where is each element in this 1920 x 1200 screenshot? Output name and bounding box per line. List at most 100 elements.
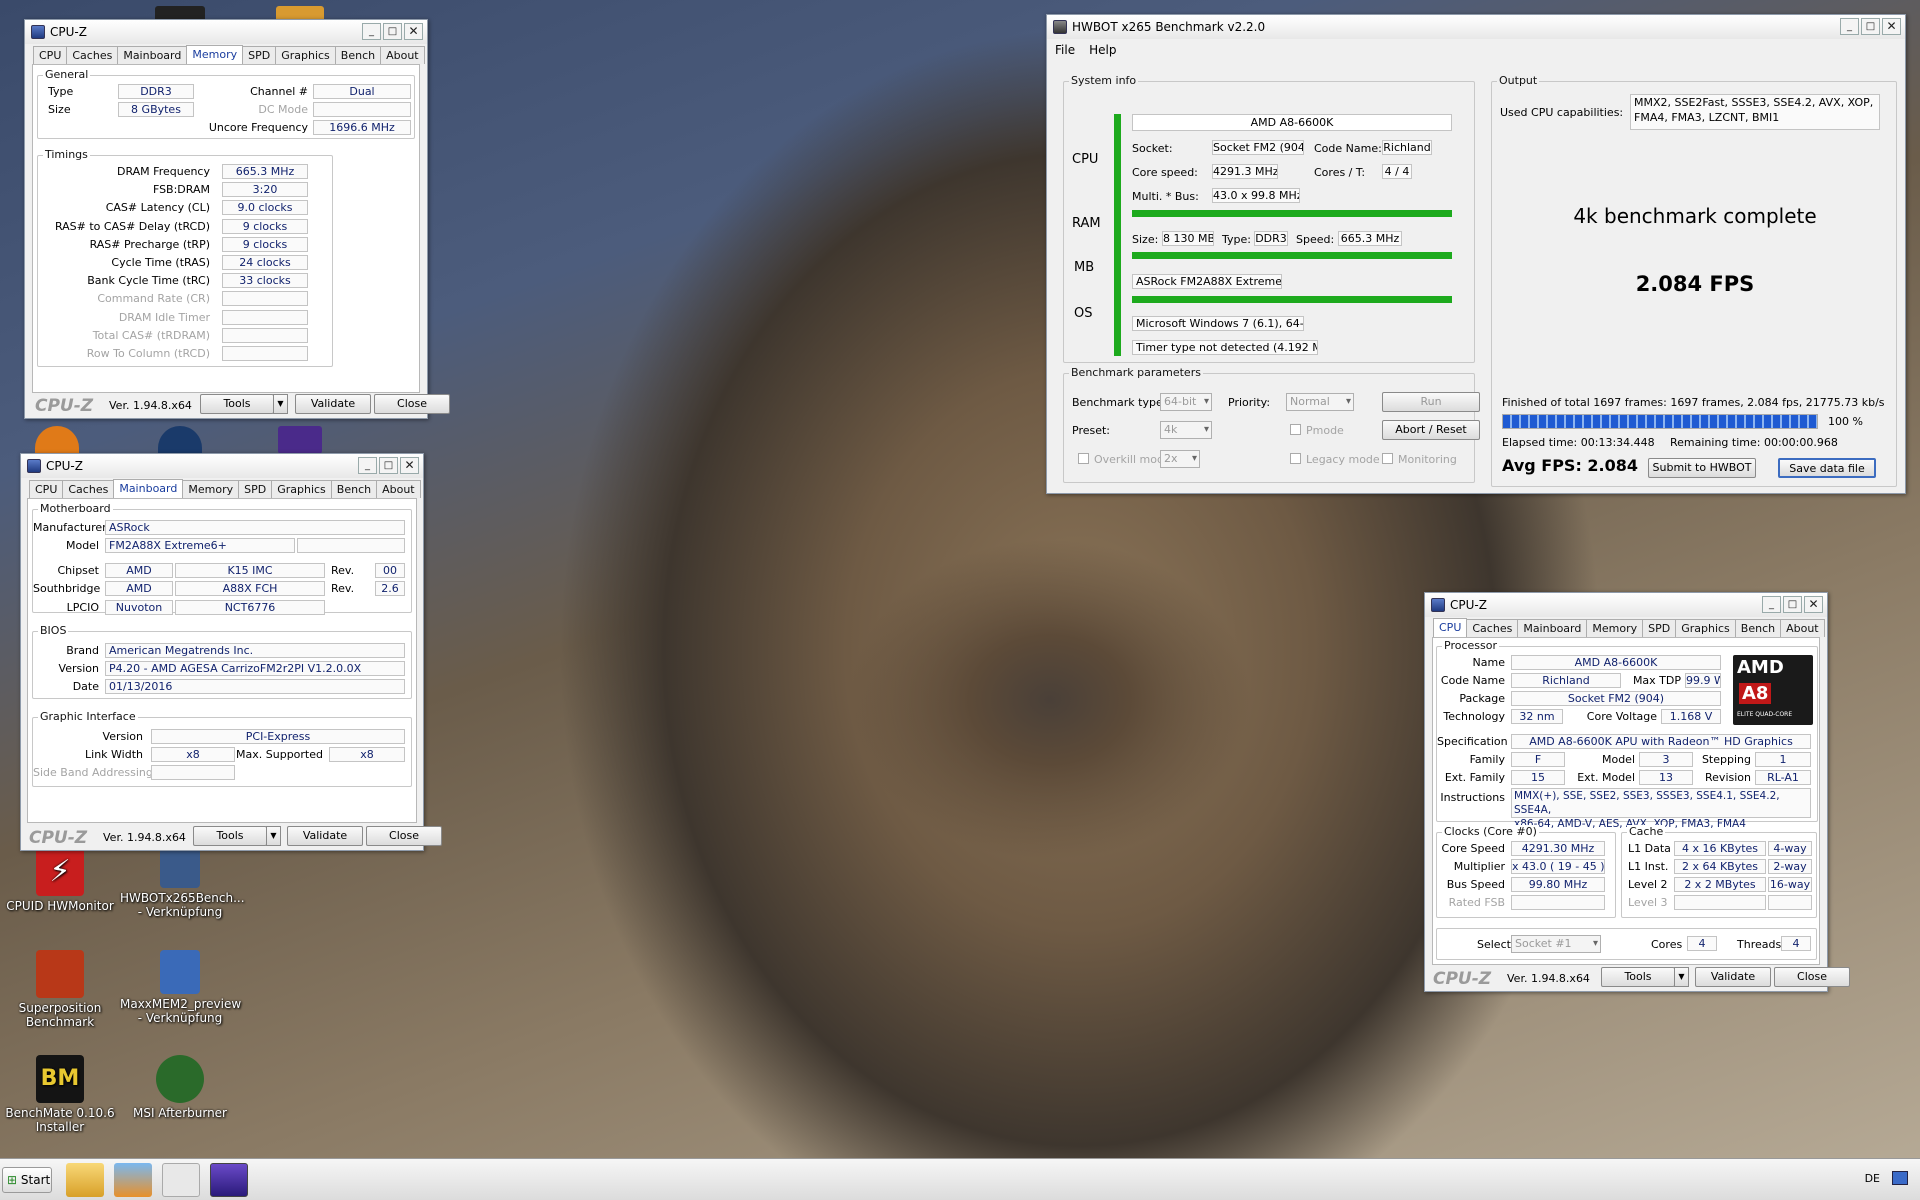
desktop-icon-superposition[interactable]: Superposition Benchmark <box>5 950 115 1029</box>
validate-button[interactable]: Validate <box>1695 967 1771 987</box>
close-icon[interactable]: ✕ <box>400 457 419 474</box>
save-button[interactable]: Save data file <box>1778 458 1876 478</box>
validate-button[interactable]: Validate <box>295 394 371 414</box>
tab-graphics[interactable]: Graphics <box>271 480 332 498</box>
desktop-icon-afterburner[interactable]: MSI Afterburner <box>120 1055 240 1120</box>
stepping-label: Stepping <box>1701 753 1751 766</box>
socket-value: Socket FM2 (904) <box>1212 140 1304 155</box>
tab-caches[interactable]: Caches <box>1466 619 1519 637</box>
tools-dropdown-icon[interactable]: ▼ <box>266 826 281 846</box>
desktop-icon-hwbot-shortcut[interactable]: HWBOTx265Bench... - Verknüpfung <box>120 848 245 919</box>
graphic-interface-group: Graphic Interface Version PCI-Express Li… <box>32 710 412 787</box>
tab-caches[interactable]: Caches <box>66 46 119 64</box>
minimize-button[interactable]: _ <box>358 457 377 474</box>
selection-select[interactable]: Socket #1 <box>1511 935 1601 953</box>
hwbot-taskbar-icon[interactable] <box>162 1163 200 1197</box>
tab-memory[interactable]: Memory <box>182 480 240 498</box>
menu-help[interactable]: Help <box>1089 43 1116 57</box>
title-bar[interactable]: HWBOT x265 Benchmark v2.2.0 _ □ ✕ <box>1047 15 1905 39</box>
close-button[interactable]: Close <box>374 394 450 414</box>
title-bar[interactable]: CPU-Z _ □ ✕ <box>21 454 423 478</box>
tab-about[interactable]: About <box>380 46 425 64</box>
tab-mainboard[interactable]: Mainboard <box>117 46 188 64</box>
cpuz-footer: CPU-Z Ver. 1.94.8.x64 Tools ▼ Validate C… <box>1425 965 1850 991</box>
timing-label: FSB:DRAM <box>152 183 210 197</box>
abort-button[interactable]: Abort / Reset <box>1382 420 1480 440</box>
tab-cpu[interactable]: CPU <box>29 480 64 498</box>
logo-brand: AMD <box>1737 657 1784 678</box>
desktop-icon-hwmonitor[interactable]: ⚡ CPUID HWMonitor <box>5 848 115 913</box>
tools-dropdown-icon[interactable]: ▼ <box>1674 967 1689 987</box>
l2-way: 16-way <box>1768 877 1812 892</box>
tab-spd[interactable]: SPD <box>242 46 277 64</box>
desktop-icon-maxxmem[interactable]: MaxxMEM2_preview - Verknüpfung <box>120 950 241 1025</box>
timing-label: DRAM Idle Timer <box>118 310 210 324</box>
title-bar[interactable]: CPU-Z _ □ ✕ <box>1425 593 1827 617</box>
ram-type-label: Type: <box>1222 233 1251 246</box>
tab-spd[interactable]: SPD <box>238 480 273 498</box>
submit-button[interactable]: Submit to HWBOT <box>1648 458 1756 478</box>
maximize-button[interactable]: □ <box>379 457 398 474</box>
start-button[interactable]: ⊞ Start <box>2 1167 52 1193</box>
minimize-button[interactable]: _ <box>1762 596 1781 613</box>
cpuz-taskbar-icon[interactable] <box>210 1163 248 1197</box>
close-icon[interactable]: ✕ <box>1804 596 1823 613</box>
close-icon[interactable]: ✕ <box>1882 18 1901 35</box>
close-button[interactable]: Close <box>1774 967 1850 987</box>
maximize-button[interactable]: □ <box>1783 596 1802 613</box>
hwmonitor-icon: ⚡ <box>36 848 84 896</box>
timings-group: Timings DRAM Frequency 665.3 MHz FSB:DRAM 3… <box>37 148 333 367</box>
tab-memory[interactable]: Memory <box>186 45 244 65</box>
tab-cpu[interactable]: CPU <box>33 46 68 64</box>
tech-label: Technology <box>1443 710 1505 723</box>
explorer-icon[interactable] <box>66 1163 104 1197</box>
legacy-checkbox[interactable] <box>1290 453 1301 464</box>
monitoring-checkbox[interactable] <box>1382 453 1393 464</box>
close-button[interactable]: Close <box>366 826 442 846</box>
tab-caches[interactable]: Caches <box>62 480 115 498</box>
desktop-mid-icon-c[interactable] <box>278 426 322 454</box>
tab-mainboard[interactable]: Mainboard <box>113 479 184 499</box>
maximize-button[interactable]: □ <box>383 23 402 40</box>
maximize-button[interactable]: □ <box>1861 18 1880 35</box>
benchmate-icon: BM <box>36 1055 84 1103</box>
preset-select[interactable]: 4k <box>1160 421 1212 439</box>
priority-select[interactable]: Normal <box>1286 393 1354 411</box>
tools-button[interactable]: Tools <box>200 394 274 414</box>
title-bar[interactable]: CPU-Z _ □ ✕ <box>25 20 427 44</box>
tools-dropdown-icon[interactable]: ▼ <box>273 394 288 414</box>
tab-about[interactable]: About <box>1780 619 1825 637</box>
desktop-mid-icon-b[interactable] <box>158 426 202 454</box>
timing-label: RAS# Precharge (tRP) <box>89 237 210 251</box>
run-button[interactable]: Run <box>1382 392 1480 412</box>
desktop-icon-benchmate[interactable]: BM BenchMate 0.10.6 Installer <box>5 1055 115 1134</box>
tools-button[interactable]: Tools <box>1601 967 1675 987</box>
tab-bench[interactable]: Bench <box>330 480 378 498</box>
btype-select[interactable]: 64-bit <box>1160 393 1212 411</box>
minimize-button[interactable]: _ <box>1840 18 1859 35</box>
tab-bench[interactable]: Bench <box>334 46 382 64</box>
tab-mainboard[interactable]: Mainboard <box>1517 619 1588 637</box>
close-icon[interactable]: ✕ <box>404 23 423 40</box>
desktop-mid-icon-a[interactable] <box>35 426 79 454</box>
tab-cpu[interactable]: CPU <box>1433 618 1468 638</box>
tab-graphics[interactable]: Graphics <box>275 46 336 64</box>
tab-memory[interactable]: Memory <box>1586 619 1644 637</box>
media-player-icon[interactable] <box>114 1163 152 1197</box>
logo-model: A8 <box>1739 683 1772 704</box>
tab-about[interactable]: About <box>376 480 421 498</box>
tab-spd[interactable]: SPD <box>1642 619 1677 637</box>
tools-button[interactable]: Tools <box>193 826 267 846</box>
minimize-button[interactable]: _ <box>362 23 381 40</box>
tab-bench[interactable]: Bench <box>1734 619 1782 637</box>
menu-file[interactable]: File <box>1055 43 1075 57</box>
cores-value: 4 / 4 <box>1382 164 1412 179</box>
overkill-checkbox[interactable] <box>1078 453 1089 464</box>
date-value: 01/13/2016 <box>105 679 405 694</box>
tab-graphics[interactable]: Graphics <box>1675 619 1736 637</box>
validate-button[interactable]: Validate <box>287 826 363 846</box>
pmode-checkbox[interactable] <box>1290 424 1301 435</box>
language-indicator[interactable]: DE <box>1865 1172 1880 1185</box>
tray-icon[interactable] <box>1892 1171 1908 1185</box>
overkill-select[interactable]: 2x <box>1160 450 1200 468</box>
